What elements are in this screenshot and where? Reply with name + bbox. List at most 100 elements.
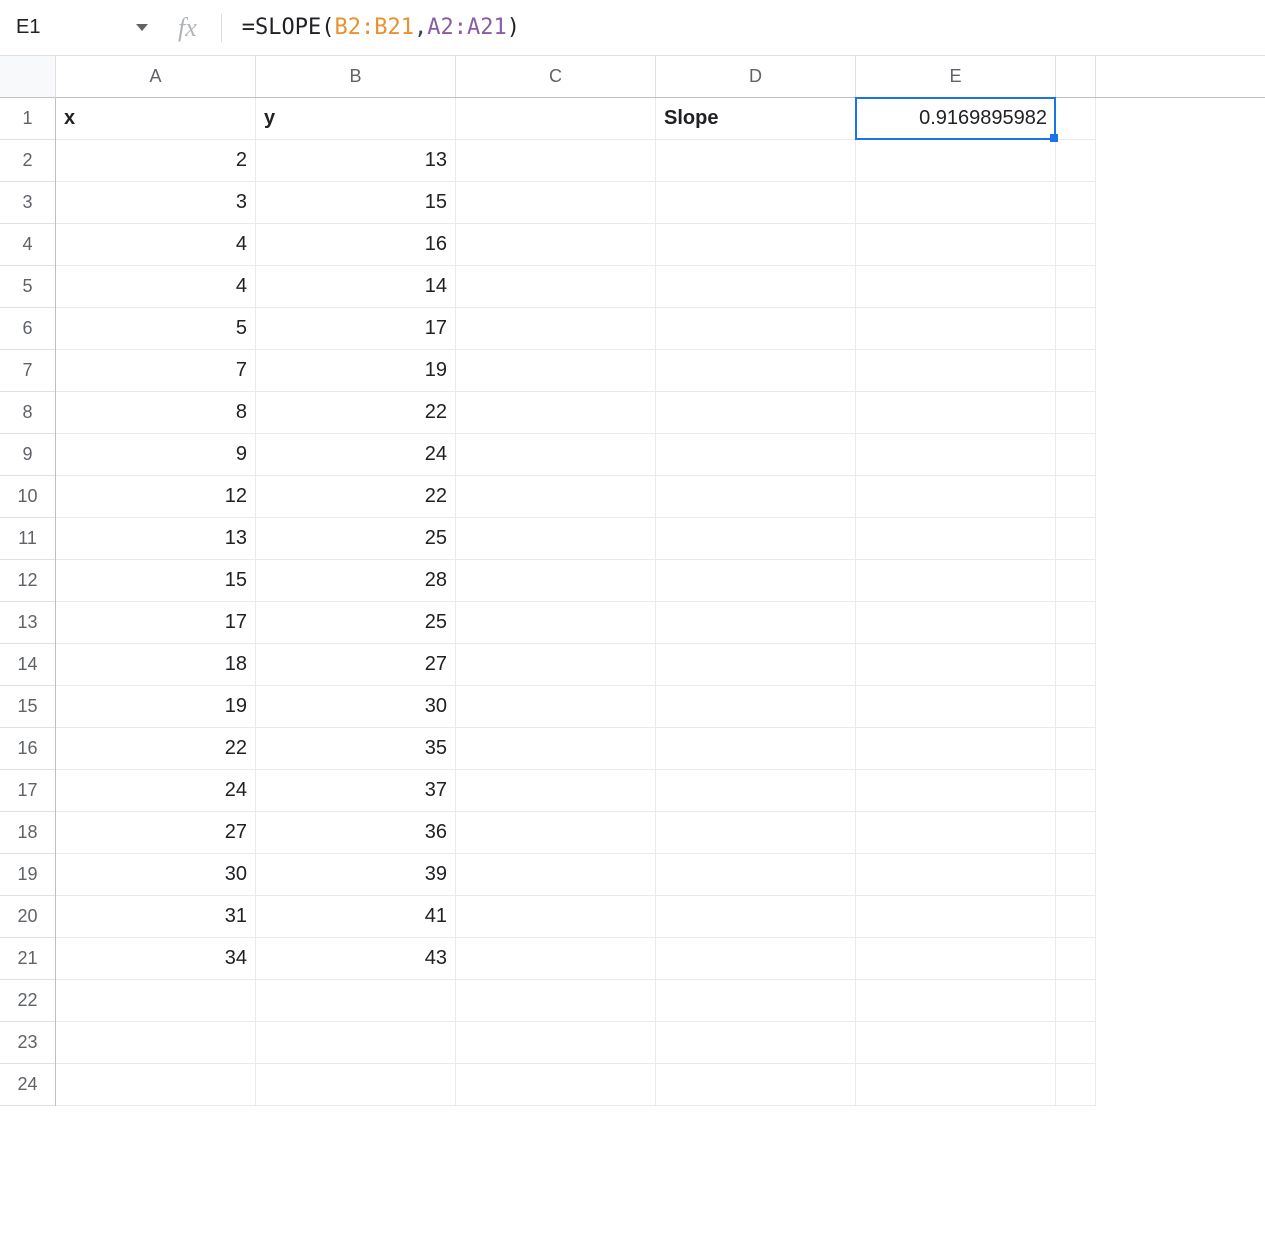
cell-A19[interactable]: 30	[56, 854, 256, 896]
cell-A4[interactable]: 4	[56, 224, 256, 266]
cell-A11[interactable]: 13	[56, 518, 256, 560]
cell-C5[interactable]	[456, 266, 656, 308]
cell-B8[interactable]: 22	[256, 392, 456, 434]
col-header-E[interactable]: E	[856, 56, 1056, 97]
row-header-1[interactable]: 1	[0, 98, 55, 140]
cell-F18[interactable]	[1056, 812, 1096, 854]
cell-F16[interactable]	[1056, 728, 1096, 770]
row-header-8[interactable]: 8	[0, 392, 55, 434]
cell-B13[interactable]: 25	[256, 602, 456, 644]
cell-D18[interactable]	[656, 812, 856, 854]
cell-D6[interactable]	[656, 308, 856, 350]
cell-D11[interactable]	[656, 518, 856, 560]
row-header-18[interactable]: 18	[0, 812, 55, 854]
col-header-B[interactable]: B	[256, 56, 456, 97]
cell-B7[interactable]: 19	[256, 350, 456, 392]
cell-A22[interactable]	[56, 980, 256, 1022]
row-header-21[interactable]: 21	[0, 938, 55, 980]
cell-C11[interactable]	[456, 518, 656, 560]
cell-B4[interactable]: 16	[256, 224, 456, 266]
cell-D24[interactable]	[656, 1064, 856, 1106]
row-header-22[interactable]: 22	[0, 980, 55, 1022]
row-header-24[interactable]: 24	[0, 1064, 55, 1106]
cell-B11[interactable]: 25	[256, 518, 456, 560]
cell-D2[interactable]	[656, 140, 856, 182]
cell-E11[interactable]	[856, 518, 1056, 560]
cell-B23[interactable]	[256, 1022, 456, 1064]
cell-C21[interactable]	[456, 938, 656, 980]
name-box[interactable]: E1	[8, 16, 158, 39]
cell-D10[interactable]	[656, 476, 856, 518]
row-header-19[interactable]: 19	[0, 854, 55, 896]
cell-E5[interactable]	[856, 266, 1056, 308]
cell-F5[interactable]	[1056, 266, 1096, 308]
row-header-15[interactable]: 15	[0, 686, 55, 728]
cell-F4[interactable]	[1056, 224, 1096, 266]
row-header-14[interactable]: 14	[0, 644, 55, 686]
cell-B19[interactable]: 39	[256, 854, 456, 896]
cell-F3[interactable]	[1056, 182, 1096, 224]
cell-D15[interactable]	[656, 686, 856, 728]
cell-D8[interactable]	[656, 392, 856, 434]
cell-E13[interactable]	[856, 602, 1056, 644]
cell-C6[interactable]	[456, 308, 656, 350]
cell-B9[interactable]: 24	[256, 434, 456, 476]
row-header-16[interactable]: 16	[0, 728, 55, 770]
cell-D20[interactable]	[656, 896, 856, 938]
cell-D4[interactable]	[656, 224, 856, 266]
cell-E21[interactable]	[856, 938, 1056, 980]
select-all-corner[interactable]	[0, 56, 56, 98]
cell-E6[interactable]	[856, 308, 1056, 350]
cell-D19[interactable]	[656, 854, 856, 896]
cell-D16[interactable]	[656, 728, 856, 770]
cell-E4[interactable]	[856, 224, 1056, 266]
cell-F13[interactable]	[1056, 602, 1096, 644]
cell-B17[interactable]: 37	[256, 770, 456, 812]
cell-F11[interactable]	[1056, 518, 1096, 560]
cell-E9[interactable]	[856, 434, 1056, 476]
cell-A3[interactable]: 3	[56, 182, 256, 224]
cell-B24[interactable]	[256, 1064, 456, 1106]
cell-A5[interactable]: 4	[56, 266, 256, 308]
cell-F20[interactable]	[1056, 896, 1096, 938]
cell-D12[interactable]	[656, 560, 856, 602]
cell-C9[interactable]	[456, 434, 656, 476]
cell-E16[interactable]	[856, 728, 1056, 770]
cell-B6[interactable]: 17	[256, 308, 456, 350]
cell-F21[interactable]	[1056, 938, 1096, 980]
col-header-C[interactable]: C	[456, 56, 656, 97]
cell-E8[interactable]	[856, 392, 1056, 434]
cell-B20[interactable]: 41	[256, 896, 456, 938]
col-header-D[interactable]: D	[656, 56, 856, 97]
cell-D7[interactable]	[656, 350, 856, 392]
cell-A12[interactable]: 15	[56, 560, 256, 602]
cell-F17[interactable]	[1056, 770, 1096, 812]
cell-C23[interactable]	[456, 1022, 656, 1064]
cell-B14[interactable]: 27	[256, 644, 456, 686]
cell-D13[interactable]	[656, 602, 856, 644]
cell-E7[interactable]	[856, 350, 1056, 392]
cell-F22[interactable]	[1056, 980, 1096, 1022]
row-header-10[interactable]: 10	[0, 476, 55, 518]
row-header-12[interactable]: 12	[0, 560, 55, 602]
row-header-13[interactable]: 13	[0, 602, 55, 644]
cell-F19[interactable]	[1056, 854, 1096, 896]
chevron-down-icon[interactable]	[136, 24, 148, 31]
col-header-A[interactable]: A	[56, 56, 256, 97]
cell-B2[interactable]: 13	[256, 140, 456, 182]
cell-E19[interactable]	[856, 854, 1056, 896]
col-header-F[interactable]	[1056, 56, 1096, 97]
cell-A2[interactable]: 2	[56, 140, 256, 182]
cell-D1[interactable]: Slope	[656, 98, 856, 140]
cell-D9[interactable]	[656, 434, 856, 476]
cell-F23[interactable]	[1056, 1022, 1096, 1064]
cell-D5[interactable]	[656, 266, 856, 308]
cell-A10[interactable]: 12	[56, 476, 256, 518]
cell-E2[interactable]	[856, 140, 1056, 182]
row-header-17[interactable]: 17	[0, 770, 55, 812]
cell-F12[interactable]	[1056, 560, 1096, 602]
cell-E15[interactable]	[856, 686, 1056, 728]
cell-C7[interactable]	[456, 350, 656, 392]
cell-A13[interactable]: 17	[56, 602, 256, 644]
cell-C20[interactable]	[456, 896, 656, 938]
